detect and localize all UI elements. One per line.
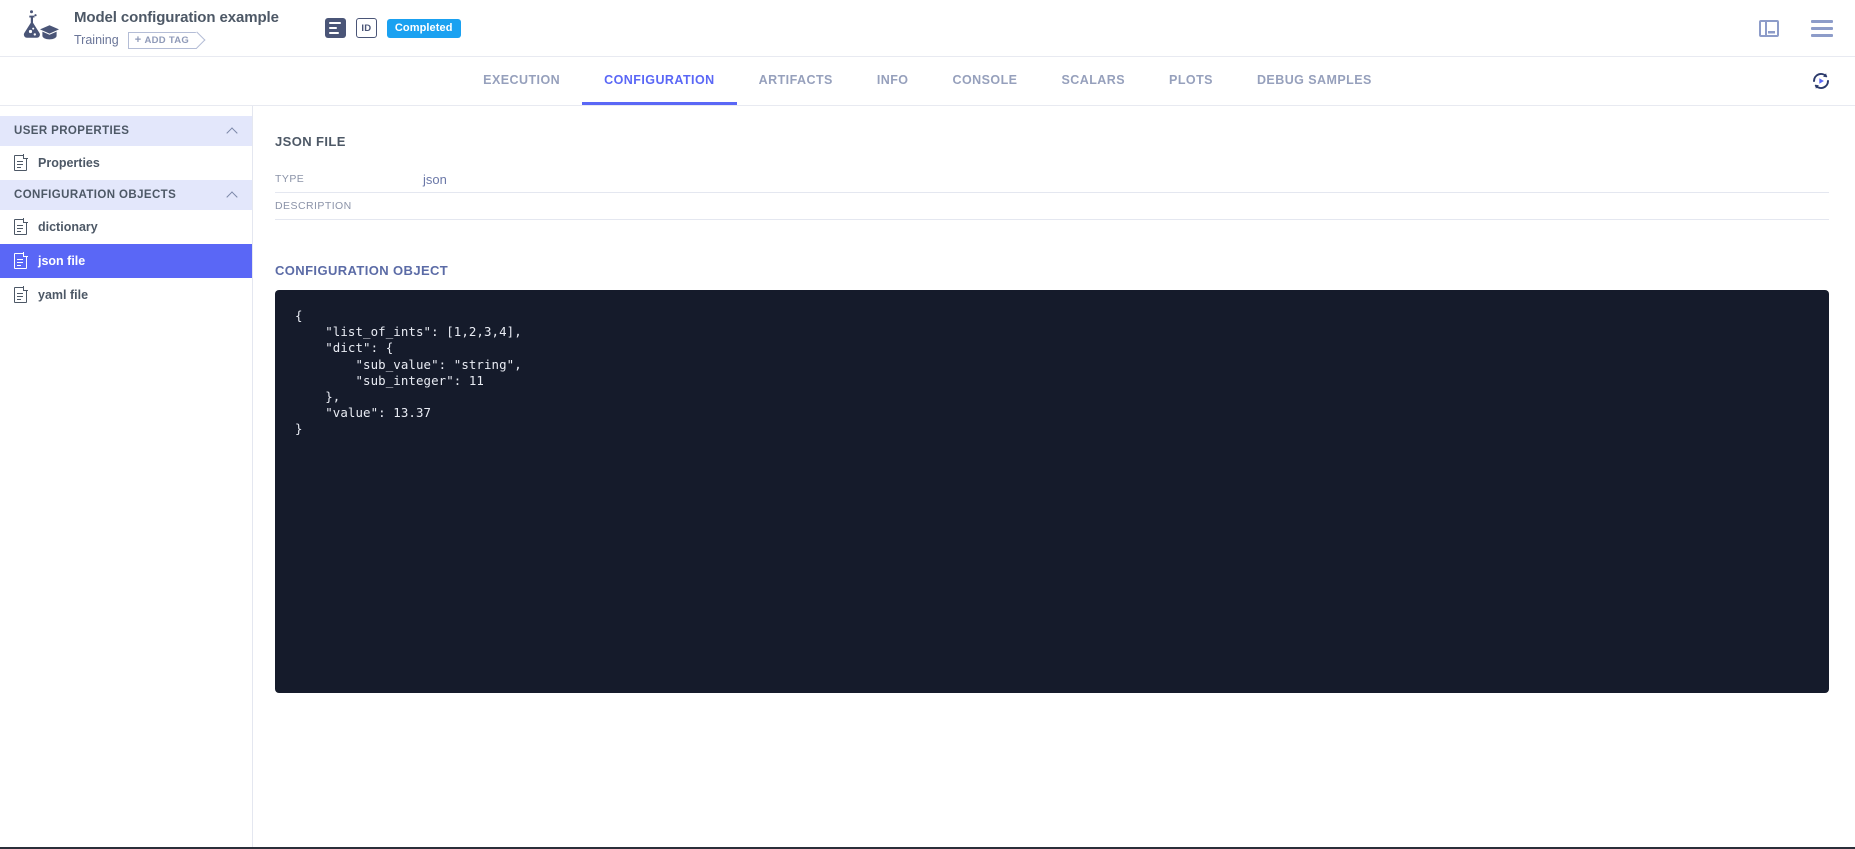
page-title: Model configuration example [74,8,279,28]
file-block-title: JSON FILE [275,134,1829,149]
plus-icon: + [135,35,142,46]
configuration-object-title: CONFIGURATION OBJECT [275,263,1829,278]
tab-debug-samples[interactable]: DEBUG SAMPLES [1235,57,1394,105]
configuration-object-code-box[interactable]: { "list_of_ints": [1,2,3,4], "dict": { "… [275,290,1829,693]
meta-row-description: DESCRIPTION [275,193,1829,220]
tab-plots[interactable]: PLOTS [1147,57,1235,105]
header-right-actions [1759,20,1833,37]
tab-bar: EXECUTION CONFIGURATION ARTIFACTS INFO C… [0,57,1855,106]
tab-scalars[interactable]: SCALARS [1039,57,1147,105]
sidebar-section-label: CONFIGURATION OBJECTS [14,189,176,201]
tab-configuration[interactable]: CONFIGURATION [582,57,736,105]
sidebar-item-label: yaml file [38,289,88,302]
meta-row-type: TYPE json [275,166,1829,193]
configuration-object-code: { "list_of_ints": [1,2,3,4], "dict": { "… [295,308,1809,438]
file-icon [14,287,27,303]
meta-value: json [423,172,447,187]
sidebar-section-label: USER PROPERTIES [14,125,129,137]
add-tag-button[interactable]: + ADD TAG [128,32,197,49]
hamburger-menu-icon[interactable] [1811,20,1833,37]
app-logo[interactable] [14,6,62,50]
tab-console[interactable]: CONSOLE [930,57,1039,105]
task-type-label: Training [74,32,119,48]
meta-label: DESCRIPTION [275,200,423,212]
add-tag-label: ADD TAG [144,35,189,46]
sidebar-item-yaml-file[interactable]: yaml file [0,278,252,312]
tab-info[interactable]: INFO [855,57,931,105]
split-view-icon[interactable] [1759,20,1779,37]
tab-list: EXECUTION CONFIGURATION ARTIFACTS INFO C… [461,57,1394,105]
sidebar-section-configuration-objects[interactable]: CONFIGURATION OBJECTS [0,180,252,210]
file-icon [14,219,27,235]
output-log-icon[interactable] [325,18,346,38]
file-icon [14,253,27,269]
experiment-title-block: Model configuration example Training + A… [74,8,279,49]
header-badges: ID Completed [325,18,461,38]
sidebar-item-label: json file [38,255,85,268]
main-content: JSON FILE TYPE json DESCRIPTION CONFIGUR… [253,106,1855,847]
sidebar-item-dictionary[interactable]: dictionary [0,210,252,244]
configuration-object-section: CONFIGURATION OBJECT { "list_of_ints": [… [275,263,1829,693]
auto-refresh-icon [1810,70,1832,92]
chevron-up-icon [228,126,238,136]
sidebar-section-user-properties[interactable]: USER PROPERTIES [0,116,252,146]
tab-artifacts[interactable]: ARTIFACTS [737,57,855,105]
sidebar-item-label: Properties [38,157,100,170]
top-header: Model configuration example Training + A… [0,0,1855,57]
experiment-subtitle-row: Training + ADD TAG [74,32,279,49]
auto-refresh-button[interactable] [1809,69,1833,93]
tab-execution[interactable]: EXECUTION [461,57,582,105]
sidebar-item-properties[interactable]: Properties [0,146,252,180]
status-badge: Completed [387,19,461,38]
sidebar-item-json-file[interactable]: json file [0,244,252,278]
body-layout: USER PROPERTIES Properties CONFIGURATION… [0,106,1855,847]
id-badge[interactable]: ID [356,18,377,38]
sidebar-item-label: dictionary [38,221,98,234]
flask-graduation-cap-logo-icon [17,10,59,46]
configuration-sidebar: USER PROPERTIES Properties CONFIGURATION… [0,106,253,847]
file-icon [14,155,27,171]
chevron-up-icon [228,190,238,200]
meta-label: TYPE [275,173,423,185]
